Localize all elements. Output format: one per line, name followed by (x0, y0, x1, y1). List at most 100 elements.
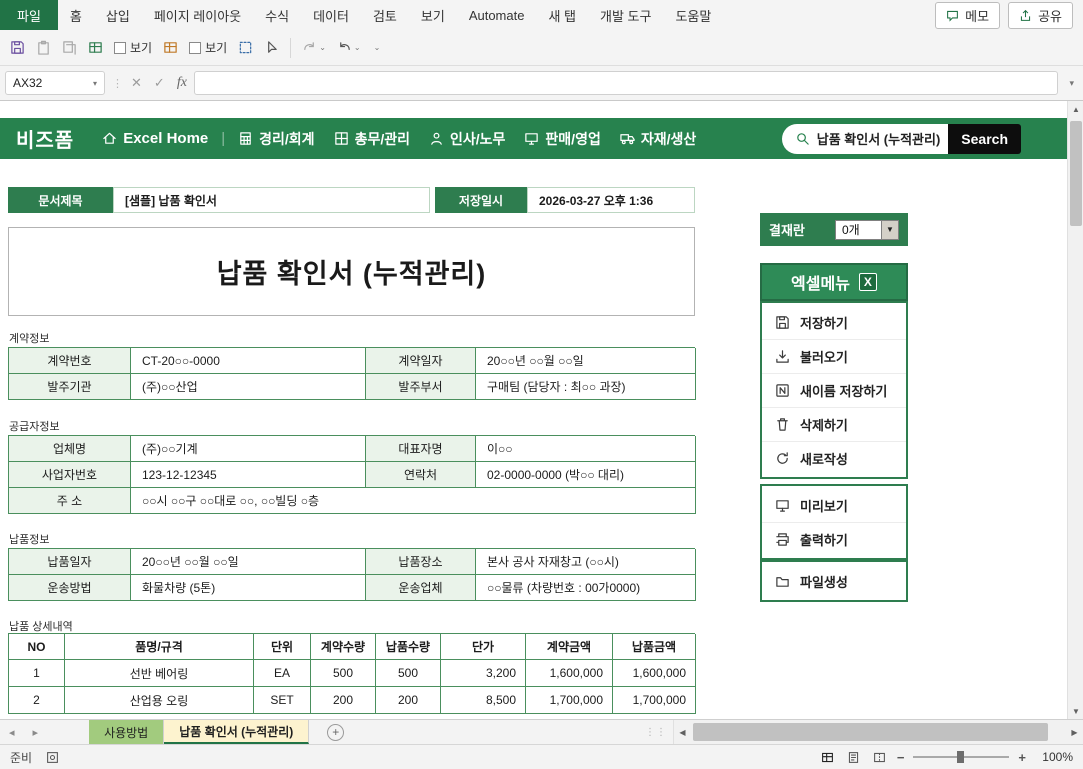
scroll-right-icon[interactable]: ▶ (1066, 728, 1083, 737)
menu-save[interactable]: 저장하기 (762, 305, 906, 339)
menu-print[interactable]: 출력하기 (762, 522, 906, 556)
row2-unit-price[interactable]: 8,500 (441, 687, 526, 714)
doc-title-value[interactable]: [샘플] 납품 확인서 (113, 187, 430, 213)
row1-unit[interactable]: EA (254, 660, 311, 687)
zoom-in-icon[interactable]: + (1018, 750, 1026, 765)
scroll-down-icon[interactable]: ▼ (1068, 703, 1083, 719)
address-value[interactable]: ○○시 ○○구 ○○대로 ○○, ○○빌딩 ○층 (131, 488, 696, 514)
menu-create-file[interactable]: 파일생성 (762, 564, 906, 598)
checkbox-icon[interactable] (189, 42, 201, 54)
tab-new-tab[interactable]: 새 탭 (536, 0, 588, 30)
row1-item[interactable]: 선반 베어링 (65, 660, 254, 687)
paste-icon[interactable] (36, 40, 51, 55)
sheet-nav-right-icon[interactable]: ▸ (24, 720, 48, 744)
sheet-tab-active[interactable]: 납품 확인서 (누적관리) (164, 720, 309, 744)
nav-sales[interactable]: 판매/영업 (524, 129, 600, 149)
row2-item[interactable]: 산업용 오링 (65, 687, 254, 714)
tab-data[interactable]: 데이터 (301, 0, 361, 30)
save-icon[interactable] (10, 40, 25, 55)
approval-count-dropdown[interactable]: 0개 ▼ (835, 220, 899, 240)
redo-icon[interactable]: ⌄ (302, 40, 326, 55)
copy-icon[interactable] (62, 40, 77, 55)
horizontal-scrollbar-thumb[interactable] (693, 723, 1048, 741)
menu-load[interactable]: 불러오기 (762, 339, 906, 373)
zoom-out-icon[interactable]: − (897, 750, 905, 765)
row2-delivery-amount[interactable]: 1,700,000 (613, 687, 696, 714)
row1-delivery-qty[interactable]: 500 (376, 660, 441, 687)
formula-bar-expand-icon[interactable]: ▾ (1065, 78, 1078, 89)
zoom-slider-thumb[interactable] (957, 751, 964, 763)
biz-no-value[interactable]: 123-12-12345 (131, 462, 366, 488)
menu-delete[interactable]: 삭제하기 (762, 407, 906, 441)
sheet-tab-resize-handle[interactable]: ⋮⋮ (639, 720, 673, 744)
row2-contract-qty[interactable]: 200 (311, 687, 376, 714)
checkbox-icon[interactable] (114, 42, 126, 54)
menu-preview[interactable]: 미리보기 (762, 488, 906, 522)
row1-contract-amount[interactable]: 1,600,000 (526, 660, 613, 687)
sheet-tab-usage[interactable]: 사용방법 (89, 720, 164, 744)
formula-input[interactable] (194, 71, 1059, 95)
worksheet-area[interactable]: 비즈폼 Excel Home | 경리/회계 총무/관리 인사/노무 판매/영업 (0, 101, 1067, 719)
tab-developer[interactable]: 개발 도구 (588, 0, 663, 30)
memo-button[interactable]: 메모 (935, 2, 1000, 29)
macro-record-icon[interactable] (46, 751, 59, 764)
tab-automate[interactable]: Automate (457, 0, 537, 30)
sheet-view-orange-icon[interactable] (163, 40, 178, 55)
nav-accounting[interactable]: 경리/회계 (238, 129, 314, 149)
company-value[interactable]: (주)○○기계 (131, 436, 366, 462)
tab-page-layout[interactable]: 페이지 레이아웃 (142, 0, 253, 30)
sheet-view-green-icon[interactable] (88, 40, 103, 55)
order-dept-value[interactable]: 구매팀 (담당자 : 최○○ 과장) (476, 374, 696, 400)
cancel-icon[interactable]: ✕ (131, 75, 142, 91)
zoom-slider[interactable] (913, 756, 1009, 758)
toolbar-overflow-icon[interactable]: ⌄ (372, 43, 381, 52)
tab-home[interactable]: 홈 (58, 0, 94, 30)
bizform-logo[interactable]: 비즈폼 (16, 124, 74, 153)
enter-icon[interactable]: ✓ (154, 75, 165, 91)
view-toggle-2[interactable]: 보기 (189, 39, 227, 56)
scroll-up-icon[interactable]: ▲ (1068, 101, 1083, 117)
row1-contract-qty[interactable]: 500 (311, 660, 376, 687)
transport-company-value[interactable]: ○○물류 (차량번호 : 00가0000) (476, 575, 696, 601)
horizontal-scrollbar[interactable]: ◀ ▶ (673, 720, 1083, 744)
orderer-value[interactable]: (주)○○산업 (131, 374, 366, 400)
tab-formulas[interactable]: 수식 (253, 0, 301, 30)
vertical-scrollbar-thumb[interactable] (1070, 121, 1082, 226)
ceo-value[interactable]: 이○○ (476, 436, 696, 462)
insert-function-icon[interactable]: fx (177, 75, 187, 91)
view-page-layout-icon[interactable] (845, 751, 862, 764)
nav-admin[interactable]: 총무/관리 (334, 129, 410, 149)
tab-view[interactable]: 보기 (409, 0, 457, 30)
delivery-date-value[interactable]: 20○○년 ○○월 ○○일 (131, 549, 366, 575)
view-page-break-icon[interactable] (871, 751, 888, 764)
row2-no[interactable]: 2 (9, 687, 65, 714)
menu-save-as[interactable]: 새이름 저장하기 (762, 373, 906, 407)
view-toggle-1[interactable]: 보기 (114, 39, 152, 56)
horizontal-scrollbar-track[interactable] (691, 720, 1066, 744)
undo-icon[interactable]: ⌄ (337, 40, 361, 55)
saved-at-value[interactable]: 2026-03-27 오후 1:36 (527, 187, 695, 213)
row1-delivery-amount[interactable]: 1,600,000 (613, 660, 696, 687)
vertical-scrollbar[interactable]: ▲ ▼ (1067, 101, 1083, 719)
contract-no-value[interactable]: CT-20○○-0000 (131, 348, 366, 374)
excel-home-link[interactable]: Excel Home (102, 130, 208, 147)
tab-review[interactable]: 검토 (361, 0, 409, 30)
dropdown-arrow-icon[interactable]: ▼ (881, 221, 898, 239)
selection-icon[interactable] (238, 40, 253, 55)
nav-production[interactable]: 자재/생산 (620, 129, 696, 149)
row2-delivery-qty[interactable]: 200 (376, 687, 441, 714)
tab-insert[interactable]: 삽입 (94, 0, 142, 30)
view-normal-icon[interactable] (819, 751, 836, 764)
row1-unit-price[interactable]: 3,200 (441, 660, 526, 687)
contact-value[interactable]: 02-0000-0000 (박○○ 대리) (476, 462, 696, 488)
chevron-down-icon[interactable]: ▾ (93, 79, 97, 88)
menu-new[interactable]: 새로작성 (762, 441, 906, 475)
tab-file[interactable]: 파일 (0, 0, 58, 30)
cursor-icon[interactable] (264, 40, 279, 55)
transport-method-value[interactable]: 화물차량 (5톤) (131, 575, 366, 601)
add-sheet-button[interactable]: + (327, 720, 344, 744)
nav-hr[interactable]: 인사/노무 (429, 129, 505, 149)
search-input[interactable]: 납품 확인서 (누적관리) (782, 124, 949, 154)
name-box[interactable]: AX32 ▾ (5, 71, 105, 95)
row2-contract-amount[interactable]: 1,700,000 (526, 687, 613, 714)
